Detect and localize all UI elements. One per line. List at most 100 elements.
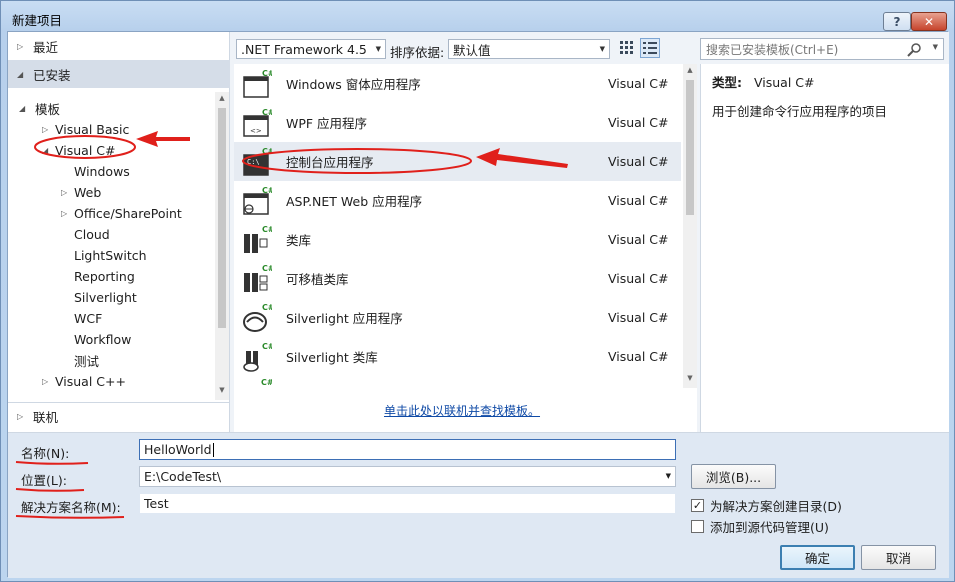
svg-text:C:\: C:\	[247, 158, 260, 166]
svg-text:C#: C#	[262, 264, 272, 273]
template-item-aspnet[interactable]: C# ASP.NET Web 应用程序 Visual C#	[234, 181, 681, 220]
expand-arrow-icon: ▷	[17, 412, 24, 421]
checkbox-checked-icon[interactable]: ✓	[691, 499, 704, 512]
csharp-badge-icon: C#	[261, 378, 272, 387]
location-input[interactable]: E:\CodeTest\ ▼	[139, 466, 676, 487]
source-control-checkbox[interactable]: 添加到源代码管理(U)	[691, 517, 829, 536]
sort-select[interactable]: 默认值 ▼	[448, 39, 610, 59]
expand-arrow-icon: ▷	[42, 124, 49, 134]
search-options-icon[interactable]: ▼	[933, 43, 938, 51]
template-list: C# Windows 窗体应用程序 Visual C# <> C# WPF 应用…	[234, 64, 697, 432]
template-item-silverlight-library[interactable]: C# Silverlight 类库 Visual C#	[234, 337, 681, 376]
search-placeholder: 搜索已安装模板(Ctrl+E)	[706, 42, 839, 57]
scroll-up-icon[interactable]: ▲	[684, 66, 696, 74]
tree-item-label: Visual Basic	[55, 121, 130, 137]
close-button[interactable]: ✕	[911, 12, 947, 31]
chevron-down-icon: ▼	[599, 45, 605, 53]
cancel-label: 取消	[885, 551, 911, 566]
type-label: 类型:	[712, 75, 742, 90]
tree-item-label: Cloud	[74, 226, 110, 242]
solution-name-label: 解决方案名称(M):	[21, 500, 121, 515]
project-form: 名称(N): HelloWorld 位置(L): E:\CodeTest\ ▼ …	[8, 432, 949, 578]
name-label: 名称(N):	[21, 446, 70, 461]
installed-section[interactable]: ◢ 已安装	[8, 60, 230, 88]
tree-item-label: Web	[74, 184, 102, 200]
help-icon: ?	[893, 14, 901, 29]
create-directory-label: 为解决方案创建目录(D)	[710, 499, 842, 514]
template-item-winforms[interactable]: C# Windows 窗体应用程序 Visual C#	[234, 64, 681, 103]
new-project-dialog: 新建项目 ? ✕ ▷ 最近 ◢ 已安装 ◢ 模板 ▷ Visual Basic	[0, 0, 955, 582]
template-name: Windows 窗体应用程序	[286, 77, 421, 92]
project-name-input[interactable]: HelloWorld	[139, 439, 676, 460]
template-name: 可移植类库	[286, 272, 349, 287]
svg-text:<>: <>	[250, 127, 262, 135]
partial-template-item: C#	[242, 376, 272, 390]
chevron-down-icon[interactable]: ▼	[666, 472, 671, 480]
expand-arrow-icon: ▷	[61, 208, 68, 218]
tree-item-label: LightSwitch	[74, 247, 147, 263]
svg-text:C#: C#	[262, 147, 272, 156]
svg-text:C#: C#	[262, 225, 272, 234]
template-item-class-library[interactable]: C# 类库 Visual C#	[234, 220, 681, 259]
template-toolbar: .NET Framework 4.5 ▼ 排序依据: 默认值 ▼ 搜索已安装模板…	[232, 32, 949, 64]
help-button[interactable]: ?	[883, 12, 911, 31]
wpf-icon: <> C#	[243, 108, 272, 137]
chevron-down-icon: ▼	[375, 45, 381, 53]
template-list-scrollbar[interactable]: ▲ ▼	[683, 64, 697, 388]
recent-section[interactable]: ▷ 最近	[8, 32, 230, 60]
template-language: Visual C#	[608, 115, 669, 130]
template-language: Visual C#	[608, 193, 669, 208]
type-value: Visual C#	[753, 75, 815, 90]
template-scroll-thumb[interactable]	[686, 80, 694, 215]
expand-arrow-icon: ▷	[17, 41, 24, 51]
collapse-arrow-icon: ◢	[42, 145, 49, 155]
tree-item-label: WCF	[74, 310, 103, 326]
template-name: 控制台应用程序	[286, 155, 374, 170]
installed-label: 已安装	[33, 67, 71, 83]
svg-text:C#: C#	[262, 186, 272, 195]
ok-label: 确定	[804, 551, 830, 566]
template-tree: ◢ 模板 ▷ Visual Basic ◢ Visual C# Windows …	[8, 92, 214, 398]
online-templates-link[interactable]: 单击此处以联机并查找模板。	[384, 402, 540, 419]
search-icon[interactable]	[907, 43, 923, 57]
template-item-wpf[interactable]: <> C# WPF 应用程序 Visual C#	[234, 103, 681, 142]
project-name-value: HelloWorld	[144, 442, 212, 457]
recent-label: 最近	[33, 39, 59, 55]
online-section[interactable]: ▷ 联机	[8, 402, 230, 430]
svg-text:C#: C#	[262, 69, 272, 78]
browse-button[interactable]: 浏览(B)...	[691, 464, 776, 489]
tree-item-label: Reporting	[74, 268, 135, 284]
template-name: Silverlight 应用程序	[286, 311, 403, 326]
template-item-silverlight-app[interactable]: C# Silverlight 应用程序 Visual C#	[234, 298, 681, 337]
tree-item-label: Workflow	[74, 331, 132, 347]
template-item-portable-library[interactable]: C# 可移植类库 Visual C#	[234, 259, 681, 298]
framework-select[interactable]: .NET Framework 4.5 ▼	[236, 39, 386, 59]
list-view-button[interactable]	[640, 38, 660, 58]
small-icons-view-button[interactable]	[617, 38, 637, 58]
ok-button[interactable]: 确定	[780, 545, 855, 570]
template-item-console[interactable]: C:\ C# 控制台应用程序 Visual C#	[234, 142, 681, 181]
expand-arrow-icon: ▷	[42, 376, 49, 386]
winforms-icon: C#	[243, 69, 272, 98]
scroll-down-icon[interactable]: ▼	[216, 386, 228, 394]
template-type: 类型: Visual C#	[712, 72, 938, 91]
cancel-button[interactable]: 取消	[861, 545, 936, 570]
tree-item-label: Silverlight	[74, 289, 137, 305]
tree-scroll-thumb[interactable]	[218, 108, 226, 328]
tree-scrollbar[interactable]: ▲ ▼	[215, 92, 229, 400]
scroll-up-icon[interactable]: ▲	[216, 94, 228, 102]
tree-item-label: Visual C#	[55, 142, 116, 158]
list-view-icon	[643, 42, 657, 54]
template-search-input[interactable]: 搜索已安装模板(Ctrl+E) ▼	[700, 38, 944, 60]
template-name: ASP.NET Web 应用程序	[286, 194, 423, 209]
template-description-panel: 类型: Visual C# 用于创建命令行应用程序的项目	[700, 64, 949, 432]
svg-text:C#: C#	[262, 303, 272, 312]
checkbox-unchecked-icon[interactable]	[691, 520, 704, 533]
scroll-down-icon[interactable]: ▼	[684, 374, 696, 382]
solution-name-input[interactable]: Test	[139, 493, 676, 514]
create-directory-checkbox[interactable]: ✓ 为解决方案创建目录(D)	[691, 496, 842, 515]
template-description: 用于创建命令行应用程序的项目	[712, 104, 888, 119]
tree-item-label: 测试	[74, 353, 100, 369]
template-language: Visual C#	[608, 76, 669, 91]
svg-text:C#: C#	[262, 342, 272, 351]
